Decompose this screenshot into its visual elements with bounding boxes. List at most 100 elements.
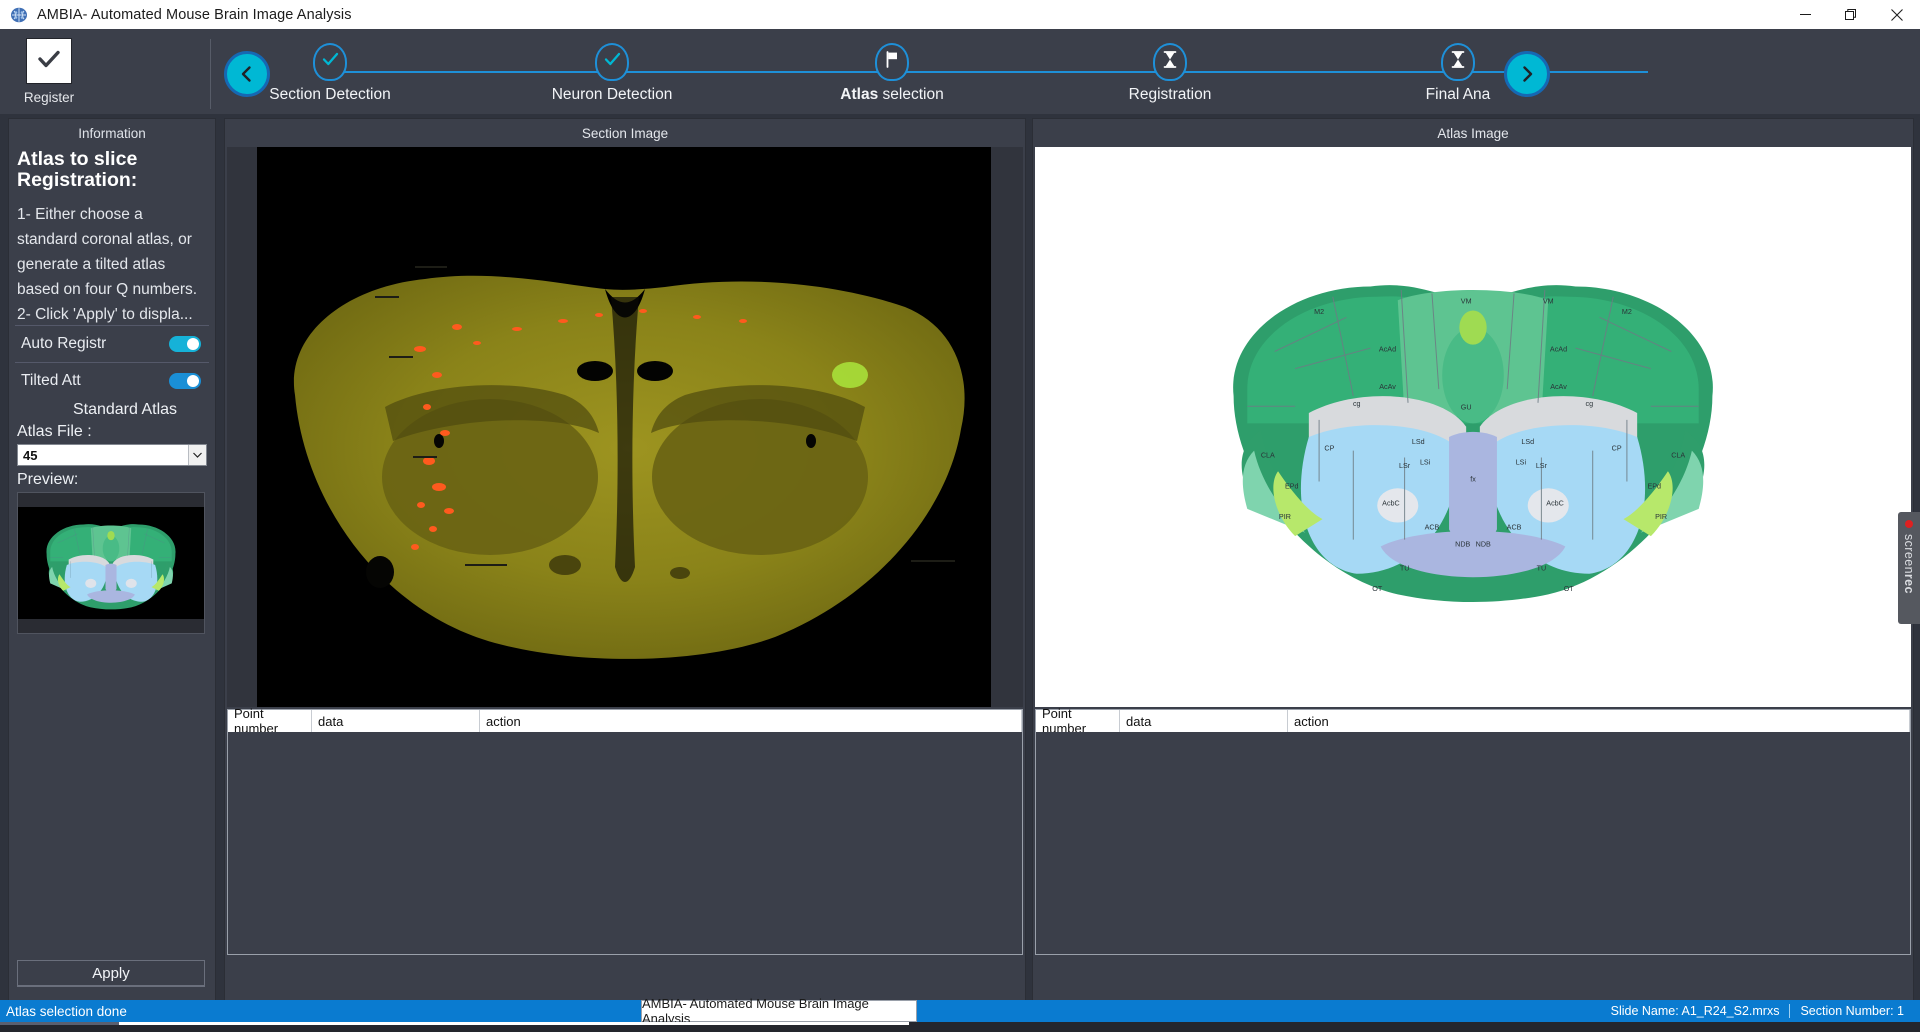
svg-text:AcbC: AcbC [1546,499,1564,507]
svg-text:M2: M2 [1314,308,1324,316]
column-point-number: Point number [228,706,312,736]
preview-label: Preview: [17,471,79,488]
table-body [228,732,1022,954]
svg-text:NDB: NDB [1476,540,1491,548]
svg-text:LSd: LSd [1521,438,1534,446]
svg-text:AcAv: AcAv [1550,383,1567,391]
atlas-file-label: Atlas File : [17,423,92,440]
svg-text:LSi: LSi [1516,458,1527,466]
workflow-stepper: Section Detection Neuron Detection Atlas… [224,29,1920,114]
toolbar-divider [210,39,211,109]
section-panel-title: Section Image [581,126,669,141]
check-icon [603,50,622,74]
atlas-image-view[interactable]: M2 M2 VM VM AcAd AcAd AcAv AcAv cg cg CP CP LS… [1035,147,1911,707]
register-label: Register [23,90,75,105]
screenrec-watermark: screenrec [1898,512,1920,624]
svg-text:cg: cg [1353,400,1361,408]
svg-text:PIR: PIR [1655,513,1667,521]
minimize-button[interactable] [1782,0,1828,29]
atlas-preview-box[interactable] [17,492,205,634]
toggle-knob [187,375,199,387]
record-dot-icon [1905,520,1913,528]
table-header: Point number data action [1036,706,1910,736]
standard-atlas-label: Standard Atlas [72,401,178,418]
step-section-detection[interactable]: Section Detection [230,43,430,104]
maximize-button[interactable] [1828,0,1874,29]
svg-text:AcbC: AcbC [1382,499,1400,507]
bottom-accent [119,1022,909,1025]
bottom-accent-left [0,1022,119,1025]
section-points-table[interactable]: Point number data action [227,706,1023,955]
status-bar: Atlas selection done Slide Name: A1_R24_… [0,1000,1920,1022]
toolbar: Register Section Detection Neuron Detect… [0,29,1920,114]
register-tool: Register [18,38,80,105]
tilted-atlas-label: Tilted Att [21,372,81,389]
svg-text:ACB: ACB [1425,523,1440,531]
step-atlas-selection[interactable]: Atlas selection [792,43,992,104]
svg-text:LSd: LSd [1412,438,1425,446]
step-neuron-detection[interactable]: Neuron Detection [512,43,712,104]
step-bubble [875,43,909,81]
column-point-number: Point number [1036,706,1120,736]
screenrec-label: screenrec [1902,534,1916,594]
svg-text:EPd: EPd [1285,482,1299,490]
toggle-knob [187,338,199,350]
step-label: Final Ana [1425,86,1491,103]
svg-text:LSr: LSr [1536,462,1548,470]
section-image-panel: Section Image Point number data action [224,118,1026,1002]
atlas-preview-image [18,507,204,619]
svg-text:PIR: PIR [1279,513,1291,521]
svg-text:NDB: NDB [1455,540,1470,548]
apply-button[interactable]: Apply [17,960,205,987]
svg-text:fx: fx [1470,475,1476,483]
hourglass-icon [1450,50,1466,74]
svg-text:cg: cg [1585,400,1593,408]
step-bubble [595,43,629,81]
column-data: data [1120,710,1288,732]
check-icon [321,50,340,74]
register-button[interactable] [26,38,72,84]
step-label: Section Detection [269,86,391,103]
step-label: Registration [1128,86,1212,103]
svg-text:OT: OT [1372,585,1383,593]
step-bubble [1441,43,1475,81]
checkmark-icon [36,46,62,77]
svg-text:TU: TU [1400,564,1410,572]
apply-area: Apply [17,960,205,987]
step-registration[interactable]: Registration [1070,43,1270,104]
information-body: 1- Either choose a standard coronal atla… [17,205,198,324]
chevron-down-icon[interactable] [188,445,206,465]
svg-text:ACB: ACB [1507,523,1522,531]
information-text-area: Atlas to slice Registration: 1- Either c… [9,147,215,325]
tilted-atlas-row: Tilted Att [9,363,215,399]
next-step-button[interactable] [1504,51,1550,97]
close-button[interactable] [1874,0,1920,29]
atlas-points-table[interactable]: Point number data action [1035,706,1911,955]
svg-text:OT: OT [1564,585,1575,593]
title-bar: AMBIA- Automated Mouse Brain Image Analy… [0,0,1920,29]
step-label-bold: Atlas [840,86,879,103]
atlas-file-select[interactable]: 45 [17,444,207,466]
section-number: Section Number: 1 [1800,1004,1904,1018]
svg-text:TU: TU [1537,564,1547,572]
column-action: action [480,710,1022,732]
step-label-rest: selection [878,86,944,103]
svg-text:CLA: CLA [1261,452,1275,460]
table-header: Point number data action [228,706,1022,736]
svg-text:CP: CP [1612,445,1622,453]
tilted-atlas-toggle[interactable] [169,373,201,389]
auto-register-toggle[interactable] [169,336,201,352]
slide-name: Slide Name: A1_R24_S2.mrxs [1610,1004,1780,1018]
status-right-group: Slide Name: A1_R24_S2.mrxs Section Numbe… [1601,1000,1920,1022]
column-data: data [312,710,480,732]
auto-register-row: Auto Registr [9,326,215,362]
window-controls [1782,0,1920,29]
atlas-file-value: 45 [23,447,38,463]
svg-text:LSi: LSi [1420,458,1431,466]
svg-text:EPd: EPd [1647,482,1661,490]
section-image-view[interactable] [227,147,1023,707]
step-label: Neuron Detection [551,86,673,103]
window-title: AMBIA- Automated Mouse Brain Image Analy… [37,6,352,23]
taskbar-button[interactable]: AMBIA- Automated Mouse Brain Image Analy… [641,996,917,1026]
step-bubble [313,43,347,81]
